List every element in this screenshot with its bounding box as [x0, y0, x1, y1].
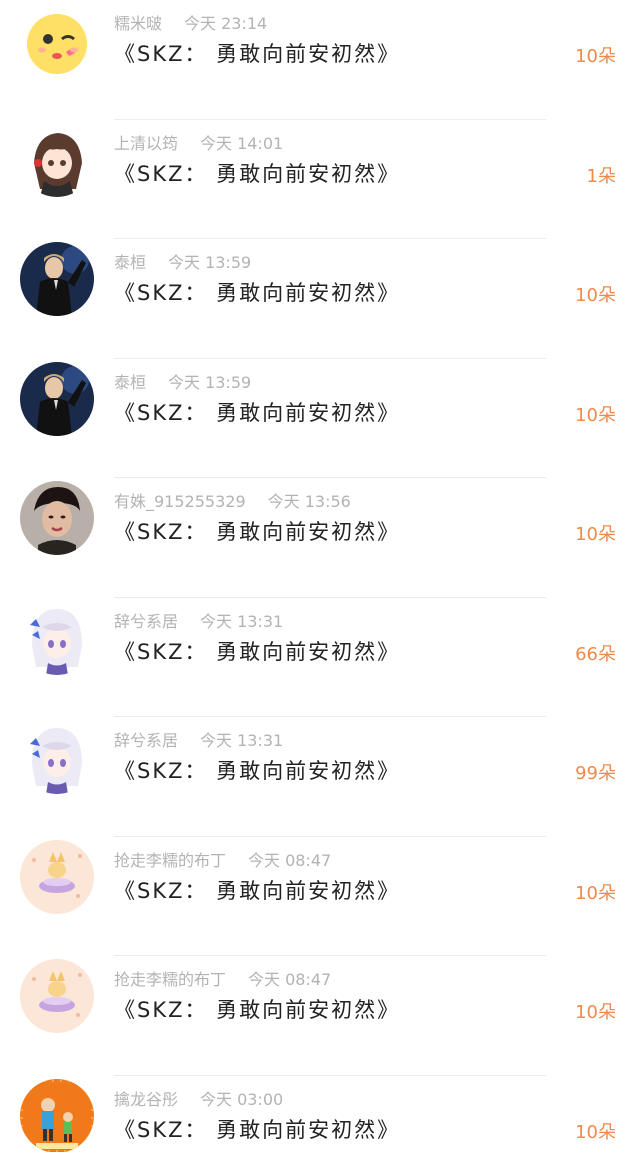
item-meta: 泰桓 今天 13:59 — [114, 249, 251, 273]
item-title[interactable]: 《SKZ： 勇敢向前安初然》 — [114, 516, 400, 546]
user-name[interactable]: 辞兮系居 — [114, 731, 178, 750]
list-item[interactable]: 辞兮系居 今天 13:31 《SKZ： 勇敢向前安初然》 99朵 — [0, 717, 640, 837]
timestamp: 今天 03:00 — [200, 1089, 284, 1109]
anime-white-hair-avatar-icon — [20, 720, 94, 794]
item-title[interactable]: 《SKZ： 勇敢向前安初然》 — [114, 875, 400, 905]
gift-count: 1朵 — [586, 165, 616, 187]
item-meta: 抢走李糯的布丁 今天 08:47 — [114, 847, 331, 871]
gift-count: 10朵 — [575, 46, 616, 67]
list-item[interactable]: 辞兮系居 今天 13:31 《SKZ： 勇敢向前安初然》 66朵 — [0, 598, 640, 717]
timestamp: 今天 13:59 — [168, 253, 252, 272]
performer-avatar-icon — [20, 242, 94, 316]
list-item[interactable]: 糯米啵 今天 23:14 《SKZ： 勇敢向前安初然》 10朵 — [0, 0, 640, 120]
user-name[interactable]: 辞兮系居 — [114, 612, 178, 631]
user-name[interactable]: 糯米啵 — [114, 14, 162, 33]
item-title[interactable]: 《SKZ： 勇敢向前安初然》 — [114, 1114, 400, 1144]
list-item[interactable]: 擒龙谷彤 今天 03:00 《SKZ： 勇敢向前安初然》 10朵 — [0, 1076, 640, 1152]
timestamp: 今天 23:14 — [184, 14, 268, 33]
user-name[interactable]: 泰桓 — [114, 253, 146, 272]
item-meta: 泰桓 今天 13:59 — [114, 369, 251, 393]
gift-list: 糯米啵 今天 23:14 《SKZ： 勇敢向前安初然》 10朵 上清以筠 今天 14… — [0, 0, 640, 1152]
timestamp: 今天 08:47 — [248, 850, 332, 870]
item-title[interactable]: 《SKZ： 勇敢向前安初然》 — [114, 38, 400, 68]
item-meta: 上清以筠 今天 14:01 — [114, 130, 283, 154]
gift-count: 10朵 — [575, 882, 616, 904]
cartoon-orange-avatar-icon — [20, 1078, 94, 1152]
performer-avatar-icon — [20, 361, 94, 436]
timestamp: 今天 13:31 — [200, 611, 284, 631]
pudding-avatar-icon — [20, 839, 94, 914]
timestamp: 今天 13:56 — [267, 492, 351, 511]
item-title[interactable]: 《SKZ： 勇敢向前安初然》 — [114, 397, 400, 427]
item-meta: 糯米啵 今天 23:14 — [114, 10, 267, 34]
item-title[interactable]: 《SKZ： 勇敢向前安初然》 — [114, 277, 400, 307]
user-name[interactable]: 有姝_915255329 — [114, 492, 246, 511]
user-avatar[interactable] — [20, 242, 94, 316]
user-name[interactable]: 抢走李糯的布丁 — [114, 851, 226, 870]
user-avatar[interactable] — [20, 6, 94, 80]
user-name[interactable]: 泰桓 — [114, 373, 146, 392]
gift-count: 10朵 — [575, 1121, 616, 1143]
pudding-avatar-icon — [20, 959, 94, 1033]
gift-count: 66朵 — [575, 643, 616, 665]
emoji-avatar-icon — [20, 6, 94, 80]
timestamp: 今天 14:01 — [200, 133, 284, 153]
gift-count: 10朵 — [575, 404, 616, 426]
item-title[interactable]: 《SKZ： 勇敢向前安初然》 — [114, 755, 400, 785]
user-name[interactable]: 上清以筠 — [114, 134, 178, 153]
timestamp: 今天 08:47 — [248, 970, 332, 989]
gift-count: 10朵 — [575, 524, 616, 545]
user-avatar[interactable] — [20, 1078, 94, 1152]
item-meta: 擒龙谷彤 今天 03:00 — [114, 1086, 283, 1110]
user-avatar[interactable] — [20, 361, 94, 436]
user-avatar[interactable] — [20, 122, 94, 197]
user-avatar[interactable] — [20, 600, 94, 675]
user-avatar[interactable] — [20, 481, 94, 555]
gift-count: 99朵 — [575, 763, 616, 784]
list-item[interactable]: 泰桓 今天 13:59 《SKZ： 勇敢向前安初然》 10朵 — [0, 239, 640, 359]
item-meta: 有姝_915255329 今天 13:56 — [114, 488, 351, 512]
item-title[interactable]: 《SKZ： 勇敢向前安初然》 — [114, 994, 400, 1024]
user-name[interactable]: 抢走李糯的布丁 — [114, 970, 226, 989]
timestamp: 今天 13:59 — [168, 372, 252, 392]
list-item[interactable]: 泰桓 今天 13:59 《SKZ： 勇敢向前安初然》 10朵 — [0, 359, 640, 478]
gift-count: 10朵 — [575, 1002, 616, 1023]
item-meta: 辞兮系居 今天 13:31 — [114, 608, 283, 632]
portrait-avatar-icon — [20, 481, 94, 555]
user-avatar[interactable] — [20, 720, 94, 794]
list-item[interactable]: 抢走李糯的布丁 今天 08:47 《SKZ： 勇敢向前安初然》 10朵 — [0, 956, 640, 1076]
item-title[interactable]: 《SKZ： 勇敢向前安初然》 — [114, 636, 400, 666]
list-item[interactable]: 上清以筠 今天 14:01 《SKZ： 勇敢向前安初然》 1朵 — [0, 120, 640, 239]
user-name[interactable]: 擒龙谷彤 — [114, 1090, 178, 1109]
anime-white-hair-avatar-icon — [20, 600, 94, 675]
item-meta: 抢走李糯的布丁 今天 08:47 — [114, 966, 331, 990]
list-item[interactable]: 有姝_915255329 今天 13:56 《SKZ： 勇敢向前安初然》 10朵 — [0, 478, 640, 598]
item-meta: 辞兮系居 今天 13:31 — [114, 727, 283, 751]
anime-girl-avatar-icon — [20, 122, 94, 197]
user-avatar[interactable] — [20, 959, 94, 1033]
item-title[interactable]: 《SKZ： 勇敢向前安初然》 — [114, 158, 400, 188]
user-avatar[interactable] — [20, 839, 94, 914]
list-item[interactable]: 抢走李糯的布丁 今天 08:47 《SKZ： 勇敢向前安初然》 10朵 — [0, 837, 640, 956]
timestamp: 今天 13:31 — [200, 731, 284, 750]
gift-count: 10朵 — [575, 285, 616, 306]
